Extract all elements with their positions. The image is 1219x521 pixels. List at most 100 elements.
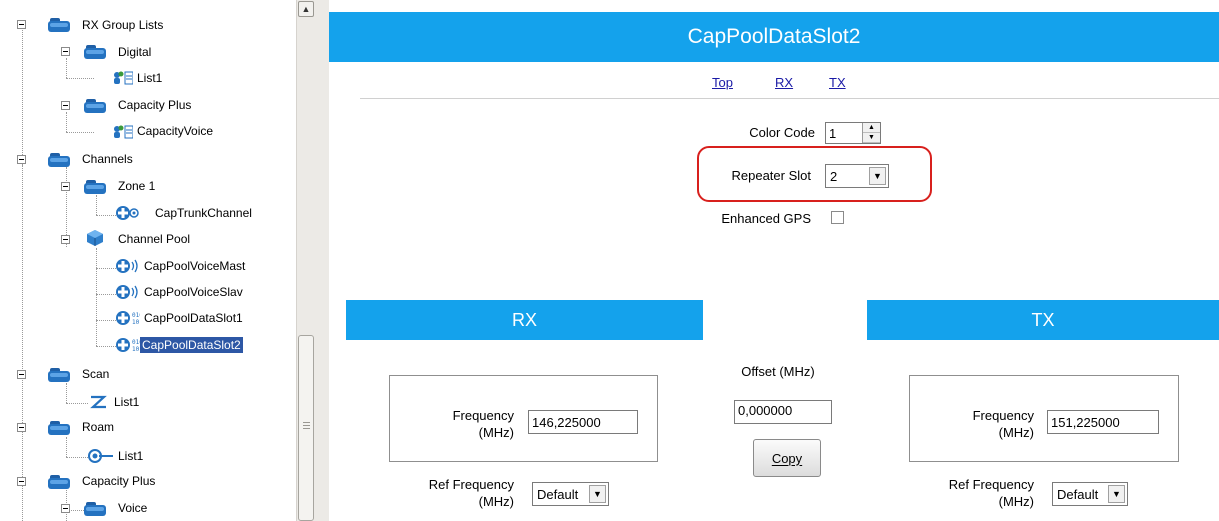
tx-ref-frequency-value: Default xyxy=(1057,487,1099,502)
tree-connector xyxy=(96,320,116,321)
nav-link-top[interactable]: Top xyxy=(712,75,733,90)
svg-text:101: 101 xyxy=(132,319,140,326)
tree-connector xyxy=(66,457,88,458)
color-code-spinner[interactable]: 1 ▲ ▼ xyxy=(825,122,881,144)
copy-button-label: Copy xyxy=(771,450,803,466)
tree-item-rx-group-lists[interactable]: RX Group Lists xyxy=(80,17,165,33)
chevron-down-icon[interactable]: ▼ xyxy=(589,485,606,503)
svg-text:010: 010 xyxy=(132,339,140,346)
channel-pool-icon xyxy=(86,230,104,246)
tree-connector xyxy=(66,58,67,78)
tree-item-channels[interactable]: Channels xyxy=(80,151,135,167)
repeater-slot-value: 2 xyxy=(830,169,838,184)
spin-up-icon[interactable]: ▲ xyxy=(863,123,880,133)
scroll-up-button[interactable]: ▲ xyxy=(298,1,314,17)
data-channel-icon: 010101 xyxy=(116,310,140,326)
trunk-channel-icon xyxy=(116,205,140,221)
tree-item-roam-list1[interactable]: List1 xyxy=(116,448,145,464)
folder-icon xyxy=(48,421,70,435)
chevron-down-icon[interactable]: ▼ xyxy=(869,167,886,185)
collapse-toggle[interactable] xyxy=(61,235,70,244)
tree-item-capacity-plus[interactable]: Capacity Plus xyxy=(80,473,157,489)
tree-item-cap-pool-voice-mast[interactable]: CapPoolVoiceMast xyxy=(142,258,247,274)
contact-list-icon xyxy=(113,124,133,140)
tx-frequency-label-line1: Frequency xyxy=(972,408,1034,423)
tree-connector xyxy=(66,78,94,79)
tree-item-scan-list1[interactable]: List1 xyxy=(112,394,141,410)
rx-ref-frequency-label: Ref Frequency (MHz) xyxy=(399,476,514,510)
collapse-toggle[interactable] xyxy=(17,370,26,379)
folder-icon xyxy=(48,368,70,382)
channel-properties-panel: CapPoolDataSlot2 Top RX TX Color Code 1 … xyxy=(329,0,1219,521)
collapse-toggle[interactable] xyxy=(17,477,26,486)
offset-input[interactable]: 0,000000 xyxy=(734,400,832,424)
panel-splitter[interactable] xyxy=(314,0,329,521)
tree-connector xyxy=(96,248,97,346)
roam-icon xyxy=(88,448,114,464)
collapse-toggle[interactable] xyxy=(61,47,70,56)
scroll-thumb[interactable] xyxy=(298,335,314,521)
tree-connector xyxy=(22,165,23,521)
tree-connector xyxy=(96,268,116,269)
tree-item-zone-1[interactable]: Zone 1 xyxy=(116,178,157,194)
tree-item-cap-trunk-channel[interactable]: CapTrunkChannel xyxy=(153,205,254,221)
collapse-toggle[interactable] xyxy=(61,182,70,191)
tree-connector xyxy=(66,437,67,457)
rx-ref-frequency-label-line2: (MHz) xyxy=(478,494,514,509)
folder-icon xyxy=(48,18,70,32)
data-channel-icon: 010101 xyxy=(116,337,140,353)
navigation-tree: RX Group Lists Digital List1 Capacity Pl… xyxy=(0,0,296,521)
rx-frequency-label: Frequency (MHz) xyxy=(419,407,514,441)
tree-item-scan[interactable]: Scan xyxy=(80,366,111,382)
nav-link-rx[interactable]: RX xyxy=(775,75,793,90)
tree-connector xyxy=(96,294,116,295)
spin-down-icon[interactable]: ▼ xyxy=(863,133,880,143)
folder-icon xyxy=(48,153,70,167)
tx-ref-frequency-label: Ref Frequency (MHz) xyxy=(921,476,1034,510)
collapse-toggle[interactable] xyxy=(17,423,26,432)
rx-frequency-input[interactable]: 146,225000 xyxy=(528,410,638,434)
rx-ref-frequency-select[interactable]: Default ▼ xyxy=(532,482,609,506)
tree-item-cap-pool-voice-slav[interactable]: CapPoolVoiceSlav xyxy=(142,284,245,300)
tx-ref-frequency-label-line2: (MHz) xyxy=(998,494,1034,509)
repeater-slot-select[interactable]: 2 ▼ xyxy=(825,164,889,188)
tree-connector xyxy=(66,383,67,403)
collapse-toggle[interactable] xyxy=(61,504,70,513)
tx-frequency-label: Frequency (MHz) xyxy=(939,407,1034,441)
rx-frequency-label-line1: Frequency xyxy=(452,408,514,423)
page-title: CapPoolDataSlot2 xyxy=(329,12,1219,62)
repeater-slot-label: Repeater Slot xyxy=(731,168,812,183)
folder-icon xyxy=(48,475,70,489)
tree-item-roam[interactable]: Roam xyxy=(80,419,116,435)
chevron-down-icon[interactable]: ▼ xyxy=(1108,485,1125,503)
rx-ref-frequency-label-line1: Ref Frequency xyxy=(428,477,514,492)
tree-connector xyxy=(22,30,23,165)
svg-text:010: 010 xyxy=(132,312,140,319)
rx-section-header: RX xyxy=(346,300,703,340)
tree-item-capacity-voice[interactable]: CapacityVoice xyxy=(135,123,215,139)
tree-item-digital[interactable]: Digital xyxy=(116,44,153,60)
tx-ref-frequency-label-line1: Ref Frequency xyxy=(948,477,1034,492)
tree-item-list1[interactable]: List1 xyxy=(135,70,164,86)
copy-button[interactable]: Copy xyxy=(753,439,821,477)
folder-icon xyxy=(84,99,106,113)
voice-channel-icon xyxy=(116,284,140,300)
tree-connector xyxy=(96,215,116,216)
tx-ref-frequency-select[interactable]: Default ▼ xyxy=(1052,482,1128,506)
tree-scrollbar[interactable]: ▲ xyxy=(296,0,314,521)
tx-frequency-input[interactable]: 151,225000 xyxy=(1047,410,1159,434)
nav-link-tx[interactable]: TX xyxy=(829,75,846,90)
tree-item-voice[interactable]: Voice xyxy=(116,500,149,516)
tree-item-cap-pool-data-slot1[interactable]: CapPoolDataSlot1 xyxy=(142,310,245,326)
collapse-toggle[interactable] xyxy=(17,20,26,29)
folder-icon xyxy=(84,180,106,194)
tree-item-capacity-plus-group[interactable]: Capacity Plus xyxy=(116,97,193,113)
tree-connector xyxy=(66,112,67,132)
tx-frequency-label-line2: (MHz) xyxy=(998,425,1034,440)
collapse-toggle[interactable] xyxy=(17,155,26,164)
collapse-toggle[interactable] xyxy=(61,101,70,110)
scan-icon xyxy=(88,394,108,410)
tree-item-cap-pool-data-slot2[interactable]: CapPoolDataSlot2 xyxy=(140,337,243,353)
enhanced-gps-checkbox[interactable] xyxy=(831,211,844,224)
tree-item-channel-pool[interactable]: Channel Pool xyxy=(116,231,192,247)
